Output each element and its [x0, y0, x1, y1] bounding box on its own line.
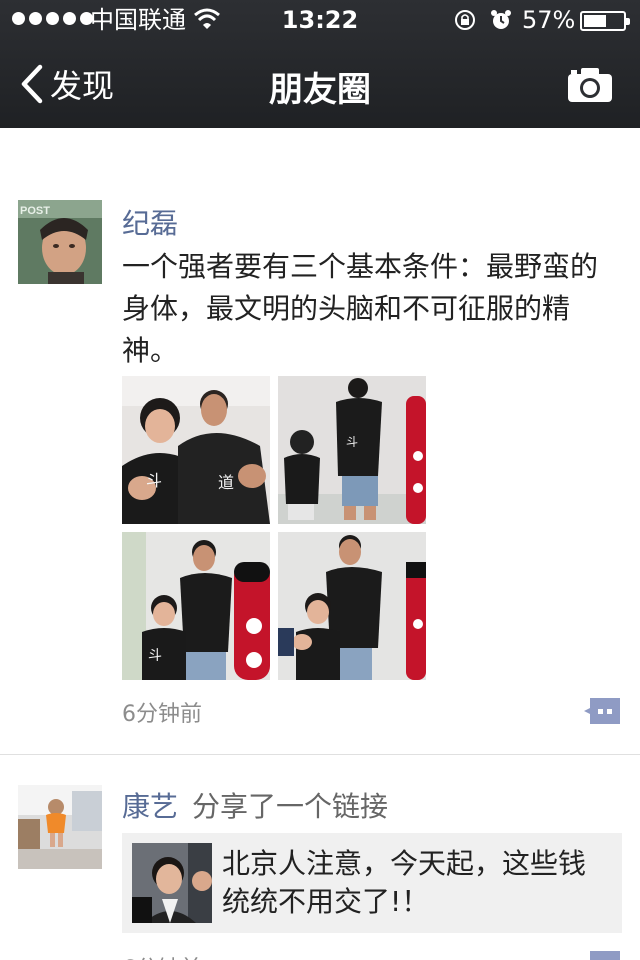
- alarm-icon: [491, 10, 511, 29]
- svg-text:道: 道: [218, 473, 234, 492]
- comment-icon[interactable]: [584, 696, 622, 726]
- post-author[interactable]: 纪磊: [122, 202, 178, 242]
- navigation-bar: 发现 朋友圈: [0, 40, 640, 128]
- shared-link-card[interactable]: 北京人注意，今天起，这些钱统统不用交了!！: [122, 833, 622, 933]
- camera-icon[interactable]: [566, 66, 614, 104]
- moments-feed: POST 纪磊 一个强者要有三个基本条件：最野蛮的身体，最文明的头脑和不可征服的…: [0, 128, 640, 960]
- rotation-lock-icon: [455, 10, 475, 30]
- comment-icon[interactable]: [584, 949, 622, 960]
- post-photo[interactable]: 斗: [122, 532, 270, 680]
- feed-post: POST 纪磊 一个强者要有三个基本条件：最野蛮的身体，最文明的头脑和不可征服的…: [0, 128, 640, 754]
- post-author[interactable]: 康艺: [122, 785, 178, 825]
- post-photo[interactable]: 斗: [278, 376, 426, 524]
- post-timestamp: 6分钟前: [122, 702, 202, 727]
- battery-percent: 57%: [522, 6, 576, 34]
- post-photo[interactable]: [278, 532, 426, 680]
- link-thumbnail: [132, 843, 212, 923]
- feed-post: 康艺 分享了一个链接 北京人注意，今天起，这些钱统统不用交了!！: [0, 755, 640, 960]
- svg-text:斗: 斗: [146, 471, 162, 490]
- post-photo[interactable]: 斗 道: [122, 376, 270, 524]
- post-text: 一个强者要有三个基本条件：最野蛮的身体，最文明的头脑和不可征服的精神。: [122, 250, 599, 367]
- moments-screen: 中国联通 13:22 57% 发现 朋友圈 POST 纪磊 一个强者要有三个基本…: [0, 0, 640, 960]
- page-title: 朋友圈: [269, 70, 371, 110]
- svg-text:斗: 斗: [148, 648, 162, 664]
- top-bar: 中国联通 13:22 57% 发现 朋友圈: [0, 0, 640, 128]
- status-bar: 中国联通 13:22 57%: [0, 0, 640, 40]
- svg-text:斗: 斗: [346, 435, 358, 449]
- avatar-magazine-label: POST: [20, 205, 50, 217]
- share-action-text: 分享了一个链接: [192, 790, 389, 823]
- post-timestamp: 6分钟前: [122, 951, 202, 960]
- avatar[interactable]: [18, 785, 102, 869]
- battery-icon: [580, 11, 630, 31]
- link-title: 北京人注意，今天起，这些钱统统不用交了!！: [222, 847, 587, 918]
- avatar[interactable]: POST: [18, 200, 102, 284]
